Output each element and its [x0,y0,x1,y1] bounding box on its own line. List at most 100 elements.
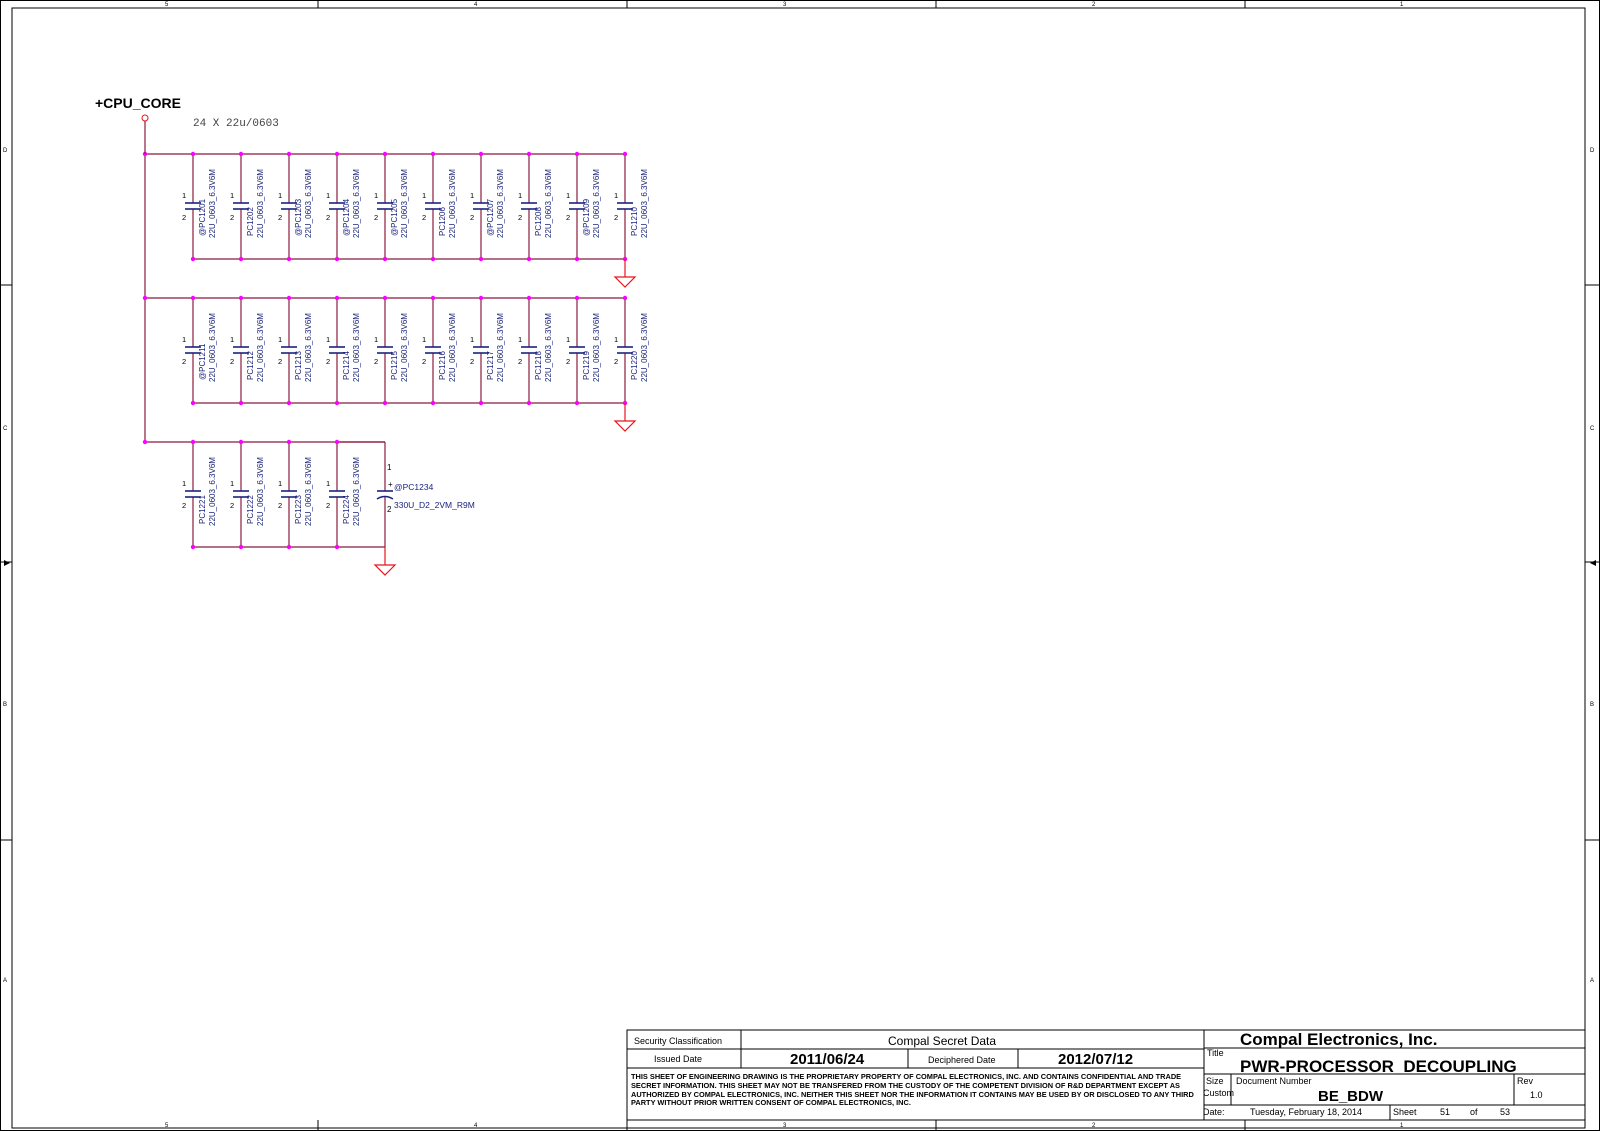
cap-ref: PC1222 [246,495,255,524]
cap-ref: PC1221 [198,495,207,524]
junction-dot [238,400,244,406]
junction-dot [334,400,340,406]
cap-value: 22U_0603_6.3V6M [352,313,361,382]
cap-ref: PC1202 [246,207,255,236]
junction-dot [190,151,196,157]
cap-ref: @PC1209 [582,198,591,236]
zone-markers: 5544332211D DC CB BA A [0,0,1600,1131]
ground-symbol [613,420,637,432]
cap-pin1: 1 [326,479,330,488]
cap-value: 22U_0603_6.3V6M [400,169,409,238]
cap-pin1: 1 [518,335,522,344]
junction-dot [526,151,532,157]
size-value: Custom [1203,1088,1235,1098]
capacitors: 12 @PC1201 22U_0603_6.3V6M 12 PC1202 22U_0603… [182,169,649,526]
cap-value: 22U_0603_6.3V6M [304,313,313,382]
bulk-cap-pin2: 2 [387,505,392,514]
cap-value: 22U_0603_6.3V6M [256,169,265,238]
date-value: Tuesday, February 18, 2014 [1250,1107,1363,1117]
outer-frame [0,0,1600,1131]
junction-dot [622,295,628,301]
zone-row-left: C [3,426,8,432]
junction-dot [430,256,436,262]
cap-value: 22U_0603_6.3V6M [544,313,553,382]
date-label: Date: [1203,1107,1225,1117]
of-label: of [1470,1107,1478,1117]
cap-value: 22U_0603_6.3V6M [592,313,601,382]
bulk-cap-plus: + [388,480,393,489]
cap-pin2: 2 [278,213,282,222]
junction-dot [430,295,436,301]
cap-pin1: 1 [374,191,378,200]
cap-pin2: 2 [566,213,570,222]
center-arrow-right [1590,560,1596,566]
junction-dot [238,544,244,550]
zone-row-left: D [3,148,8,154]
ground-symbol [613,276,637,288]
security-value: Compal Secret Data [888,1034,997,1048]
junction-dot [430,151,436,157]
junction-dot [622,151,628,157]
cap-pin1: 1 [566,191,570,200]
bulk-cap-value: 330U_D2_2VM_R9M [394,500,475,510]
junction-dot [286,151,292,157]
cap-pin1: 1 [278,479,282,488]
cap-pin2: 2 [374,357,378,366]
junction-dot [286,544,292,550]
cap-pin2: 2 [230,501,234,510]
junction-dot [334,151,340,157]
zone-col-top: 5 [165,2,169,8]
net-terminal [141,114,149,122]
junction-dot [382,400,388,406]
docnum-label: Document Number [1236,1076,1312,1086]
junction-dot [190,400,196,406]
zone-row-right: C [1590,426,1595,432]
cap-value: 22U_0603_6.3V6M [496,169,505,238]
junction-dot [238,151,244,157]
cap-value: 22U_0603_6.3V6M [448,313,457,382]
junction-dot [526,256,532,262]
bulk-cap-ref: @PC1234 [394,482,434,492]
junction-dot [238,256,244,262]
junction-dot [478,256,484,262]
cap-ref: PC1206 [438,207,447,236]
cap-pin1: 1 [374,335,378,344]
junction-dot [190,439,196,445]
cap-ref: PC1220 [630,351,639,380]
zone-row-left: B [3,702,7,708]
junction-dot [142,295,148,301]
cap-pin2: 2 [182,357,186,366]
cap-pin1: 1 [278,191,282,200]
cap-pin1: 1 [182,191,186,200]
net-label-cpu-core: +CPU_CORE [95,95,181,111]
junction-dot [286,256,292,262]
cap-pin1: 1 [230,335,234,344]
title-label: Title [1207,1048,1224,1058]
junction-dot [478,151,484,157]
cap-ref: PC1208 [534,207,543,236]
cap-pin2: 2 [518,357,522,366]
schematic-sheet: 5544332211D DC CB BA A 12 @PC1201 22U_0603_6.3… [0,0,1600,1131]
junction-dot [430,400,436,406]
cap-ref: PC1218 [534,351,543,380]
cap-pin2: 2 [614,357,618,366]
junction-dot [574,400,580,406]
cap-pin1: 1 [518,191,522,200]
junction-dot [190,256,196,262]
cap-pin1: 1 [182,479,186,488]
junction-dot [142,439,148,445]
cap-value: 22U_0603_6.3V6M [208,169,217,238]
zone-row-left: A [3,978,7,984]
junction-dot [478,295,484,301]
cap-pin1: 1 [230,479,234,488]
inner-frame [11,7,1586,1129]
cap-ref: @PC1205 [390,198,399,236]
security-label: Security Classification [634,1036,723,1046]
cap-ref: @PC1203 [294,198,303,236]
cap-pin1: 1 [230,191,234,200]
bulk-cap-pin1: 1 [387,463,392,472]
zone-row-right: B [1590,702,1594,708]
sheet-label: Sheet [1393,1107,1417,1117]
cap-value: 22U_0603_6.3V6M [640,313,649,382]
cap-ref: PC1213 [294,351,303,380]
